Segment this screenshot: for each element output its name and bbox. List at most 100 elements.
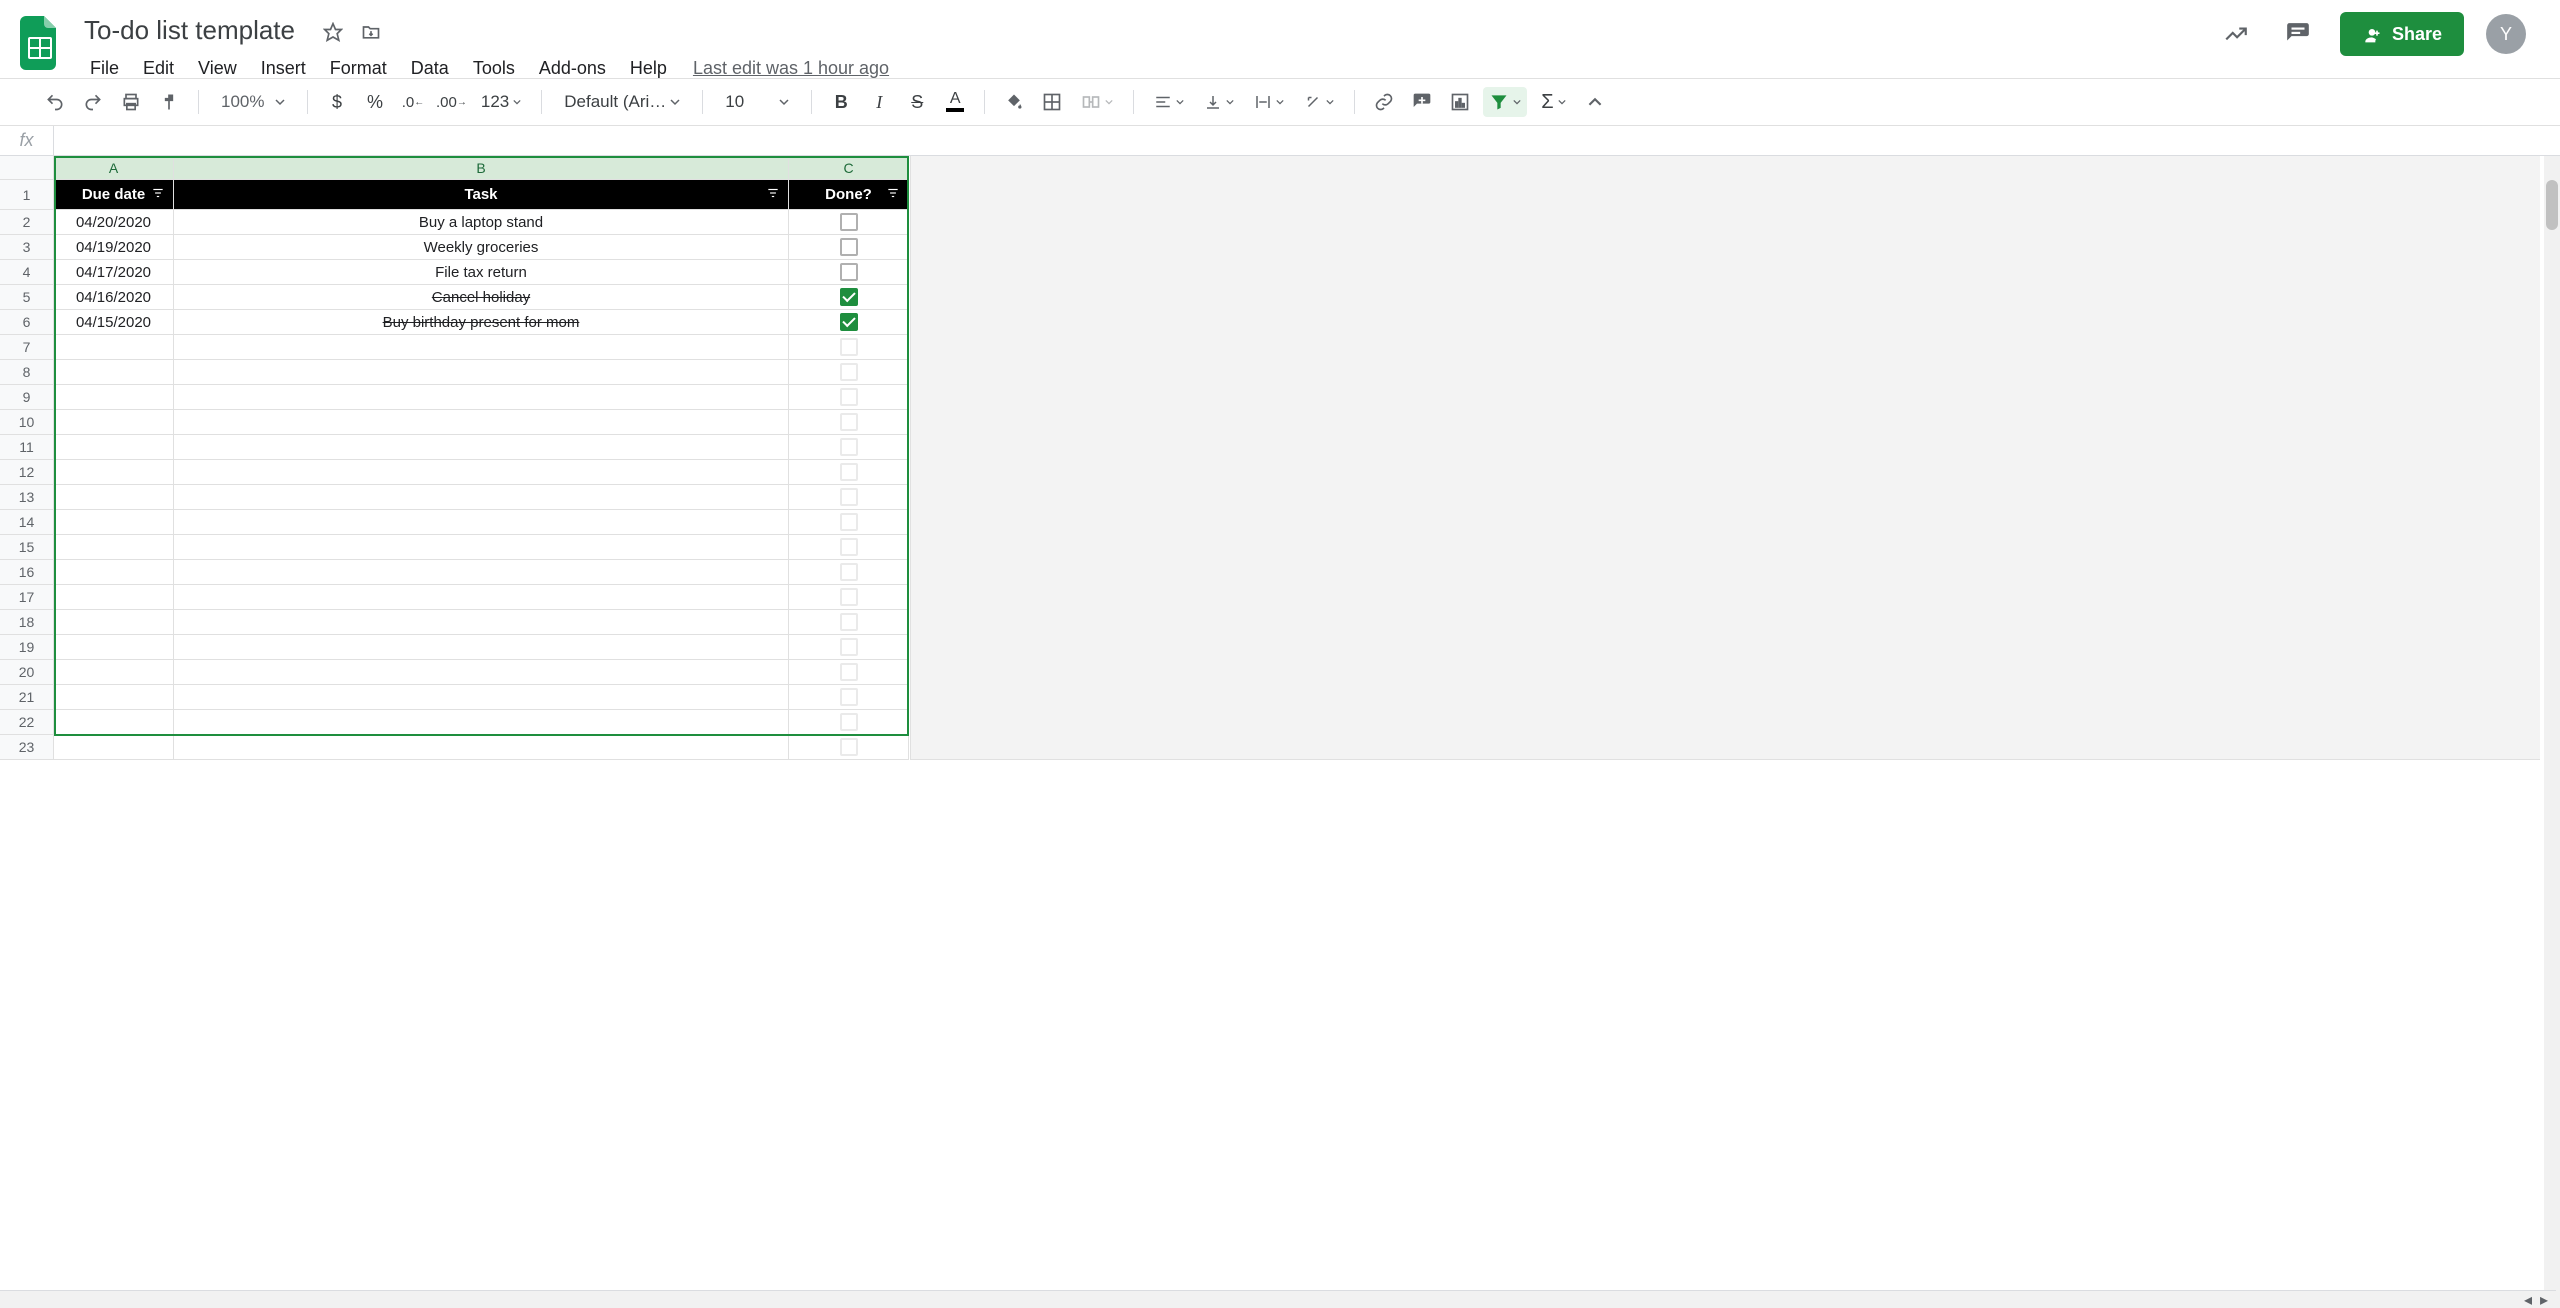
filter-icon[interactable] — [151, 186, 165, 204]
cell-B18[interactable] — [174, 610, 789, 635]
cell-B13[interactable] — [174, 485, 789, 510]
merge-cells-button[interactable] — [1075, 87, 1119, 117]
insert-chart-button[interactable] — [1445, 87, 1475, 117]
header-cell-done[interactable]: Done? — [789, 180, 909, 210]
checkbox[interactable] — [840, 563, 858, 581]
row-header-17[interactable]: 17 — [0, 585, 54, 610]
cell-A3[interactable]: 04/19/2020 — [54, 235, 174, 260]
row-header-11[interactable]: 11 — [0, 435, 54, 460]
menu-help[interactable]: Help — [618, 54, 679, 83]
cell-C14[interactable] — [789, 510, 909, 535]
cell-A21[interactable] — [54, 685, 174, 710]
cell-B3[interactable]: Weekly groceries — [174, 235, 789, 260]
row-header-10[interactable]: 10 — [0, 410, 54, 435]
currency-button[interactable]: $ — [322, 87, 352, 117]
row-header-12[interactable]: 12 — [0, 460, 54, 485]
text-rotation-button[interactable] — [1298, 87, 1340, 117]
text-wrap-button[interactable] — [1248, 87, 1290, 117]
formula-input[interactable] — [54, 126, 2560, 155]
bold-button[interactable]: B — [826, 87, 856, 117]
cell-B16[interactable] — [174, 560, 789, 585]
cell-B20[interactable] — [174, 660, 789, 685]
cell-C5[interactable] — [789, 285, 909, 310]
cell-B9[interactable] — [174, 385, 789, 410]
checkbox[interactable] — [840, 613, 858, 631]
star-icon[interactable] — [319, 18, 347, 46]
cell-A16[interactable] — [54, 560, 174, 585]
cell-A13[interactable] — [54, 485, 174, 510]
cell-B2[interactable]: Buy a laptop stand — [174, 210, 789, 235]
checkbox[interactable] — [840, 213, 858, 231]
cell-B8[interactable] — [174, 360, 789, 385]
vertical-align-button[interactable] — [1198, 87, 1240, 117]
select-all-corner[interactable] — [0, 156, 54, 180]
text-color-button[interactable]: A — [940, 87, 970, 117]
zoom-dropdown[interactable]: 100% — [213, 87, 293, 117]
cell-C16[interactable] — [789, 560, 909, 585]
filter-icon[interactable] — [766, 186, 780, 204]
row-header-6[interactable]: 6 — [0, 310, 54, 335]
decrease-decimal-button[interactable]: .0← — [398, 87, 428, 117]
cell-A6[interactable]: 04/15/2020 — [54, 310, 174, 335]
checkbox[interactable] — [840, 388, 858, 406]
row-header-15[interactable]: 15 — [0, 535, 54, 560]
row-header-7[interactable]: 7 — [0, 335, 54, 360]
header-cell-due-date[interactable]: Due date — [54, 180, 174, 210]
last-edit-label[interactable]: Last edit was 1 hour ago — [693, 58, 889, 79]
cell-A8[interactable] — [54, 360, 174, 385]
row-header-3[interactable]: 3 — [0, 235, 54, 260]
row-header-20[interactable]: 20 — [0, 660, 54, 685]
cell-B17[interactable] — [174, 585, 789, 610]
checkbox[interactable] — [840, 713, 858, 731]
row-header-13[interactable]: 13 — [0, 485, 54, 510]
cell-C12[interactable] — [789, 460, 909, 485]
italic-button[interactable]: I — [864, 87, 894, 117]
checkbox[interactable] — [840, 288, 858, 306]
cell-B14[interactable] — [174, 510, 789, 535]
strikethrough-button[interactable]: S — [902, 87, 932, 117]
cell-A23[interactable] — [54, 735, 174, 760]
cell-B21[interactable] — [174, 685, 789, 710]
checkbox[interactable] — [840, 538, 858, 556]
account-avatar[interactable]: Y — [2486, 14, 2526, 54]
row-header-14[interactable]: 14 — [0, 510, 54, 535]
horizontal-align-button[interactable] — [1148, 87, 1190, 117]
cell-C2[interactable] — [789, 210, 909, 235]
cell-B10[interactable] — [174, 410, 789, 435]
row-header-1[interactable]: 1 — [0, 180, 54, 210]
font-dropdown[interactable]: Default (Ari… — [556, 87, 688, 117]
checkbox[interactable] — [840, 688, 858, 706]
cell-C13[interactable] — [789, 485, 909, 510]
comments-icon[interactable] — [2278, 14, 2318, 54]
cell-B19[interactable] — [174, 635, 789, 660]
cell-B12[interactable] — [174, 460, 789, 485]
functions-button[interactable]: Σ — [1535, 87, 1571, 117]
checkbox[interactable] — [840, 638, 858, 656]
move-icon[interactable] — [357, 18, 385, 46]
checkbox[interactable] — [840, 463, 858, 481]
column-header-A[interactable]: A — [54, 156, 174, 180]
redo-button[interactable] — [78, 87, 108, 117]
cell-C8[interactable] — [789, 360, 909, 385]
cell-A10[interactable] — [54, 410, 174, 435]
cell-B11[interactable] — [174, 435, 789, 460]
borders-button[interactable] — [1037, 87, 1067, 117]
insert-comment-button[interactable] — [1407, 87, 1437, 117]
cell-B6[interactable]: Buy birthday present for mom — [174, 310, 789, 335]
cell-C17[interactable] — [789, 585, 909, 610]
print-button[interactable] — [116, 87, 146, 117]
checkbox[interactable] — [840, 438, 858, 456]
cell-A18[interactable] — [54, 610, 174, 635]
row-header-19[interactable]: 19 — [0, 635, 54, 660]
cell-C3[interactable] — [789, 235, 909, 260]
cell-B23[interactable] — [174, 735, 789, 760]
header-cell-task[interactable]: Task — [174, 180, 789, 210]
collapse-toolbar-button[interactable] — [1580, 87, 1610, 117]
cell-C15[interactable] — [789, 535, 909, 560]
spreadsheet-grid[interactable]: ABC1Due dateTaskDone?204/20/2020Buy a la… — [0, 156, 909, 760]
checkbox[interactable] — [840, 588, 858, 606]
scroll-right-icon[interactable]: ▸ — [2536, 1293, 2552, 1307]
cell-C19[interactable] — [789, 635, 909, 660]
percent-button[interactable]: % — [360, 87, 390, 117]
number-format-dropdown[interactable]: 123 — [475, 87, 527, 117]
